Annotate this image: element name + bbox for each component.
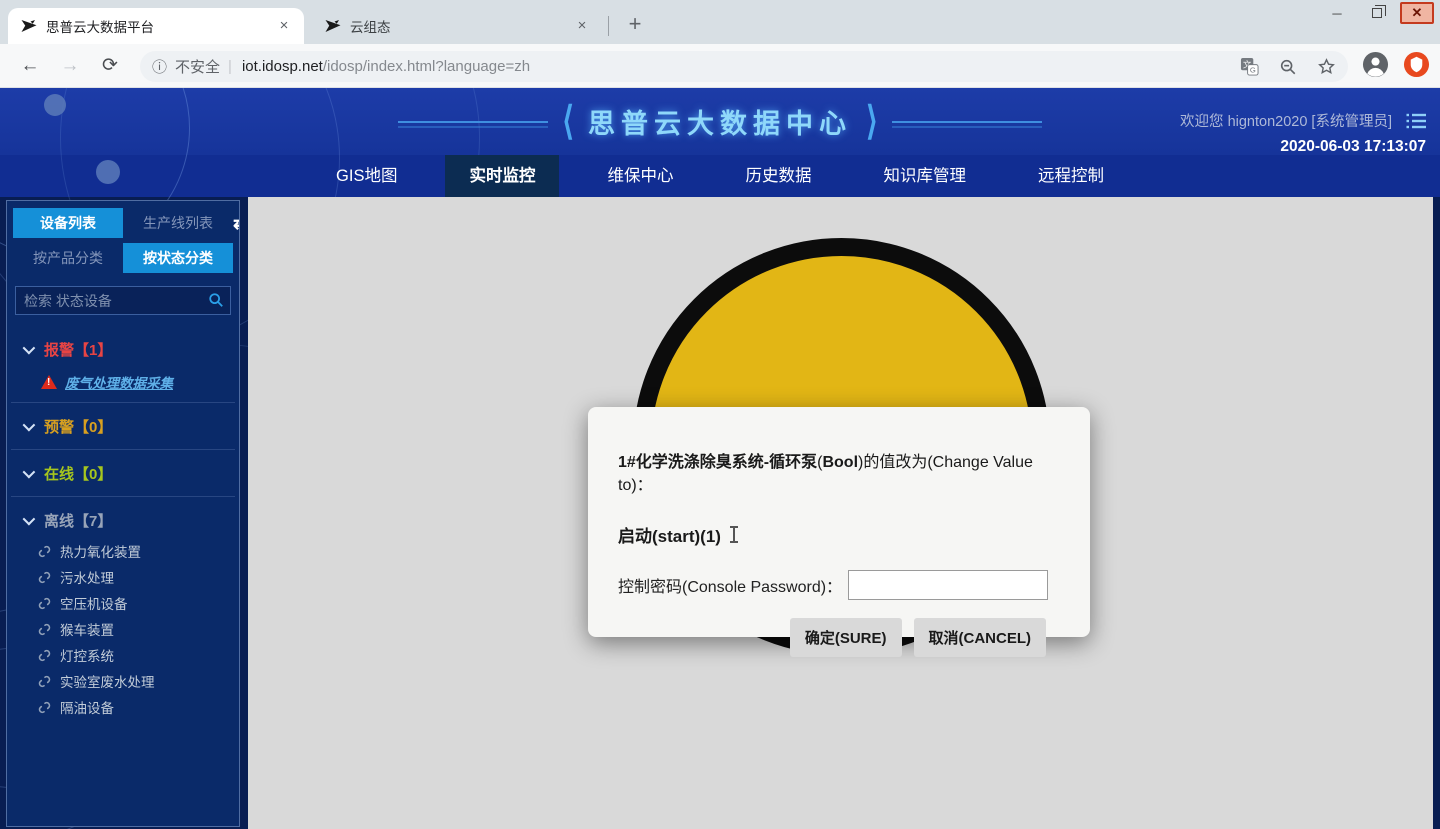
text-cursor-icon <box>733 527 735 542</box>
forward-button[interactable]: → <box>56 52 84 80</box>
device-item[interactable]: 灯控系统 <box>7 642 239 668</box>
nav-item-history[interactable]: 历史数据 <box>721 155 835 197</box>
svg-text:G: G <box>1250 66 1256 75</box>
info-icon[interactable]: ⓘ <box>152 56 167 77</box>
cancel-button[interactable]: 取消(CANCEL) <box>914 618 1047 657</box>
divider: | <box>228 58 232 75</box>
tab-title: 思普云大数据平台 <box>46 16 274 36</box>
tree-group-online[interactable]: 在线【0】 <box>7 455 239 491</box>
tree-group-offline[interactable]: 离线【7】 <box>7 502 239 538</box>
nav-item-gis[interactable]: GIS地图 <box>312 155 421 197</box>
site-favicon-icon <box>20 17 38 35</box>
page-content: ⟨ 思普云大数据中心 ⟩ 欢迎您 hignton2020 [系统管理员] 202… <box>0 88 1440 829</box>
window-controls: ─ ✕ <box>1320 2 1434 24</box>
zoom-out-icon[interactable] <box>1279 58 1297 76</box>
main-nav: GIS地图 实时监控 维保中心 历史数据 知识库管理 远程控制 <box>0 155 1440 197</box>
device-item[interactable]: 污水处理 <box>7 564 239 590</box>
value-text: 启动(start)(1) <box>618 522 721 547</box>
chevron-down-icon <box>23 341 36 354</box>
device-item[interactable]: 热力氧化装置 <box>7 538 239 564</box>
url-host: iot.idosp.net <box>242 58 323 75</box>
tab-siplatform[interactable]: 思普云大数据平台 × <box>8 8 304 44</box>
chevron-down-icon <box>23 418 36 431</box>
sure-button[interactable]: 确定(SURE) <box>790 618 902 657</box>
divider <box>11 449 235 450</box>
decor-line <box>398 121 548 123</box>
dialog-message: 1#化学洗涤除臭系统-循环泵(Bool)的值改为(Change Value to… <box>618 451 1060 497</box>
device-sidebar: 设备列表 生产线列表 ⇄ 按产品分类 按状态分类 报警【1】 <box>6 200 240 827</box>
restore-icon <box>1372 8 1382 18</box>
security-label: 不安全 <box>175 56 220 77</box>
nav-item-realtime[interactable]: 实时监控 <box>445 155 559 197</box>
password-row: 控制密码(Console Password)： <box>618 570 1060 600</box>
decor-angle-right: ⟩ <box>866 99 878 145</box>
tab-by-product[interactable]: 按产品分类 <box>13 243 123 273</box>
minimize-button[interactable]: ─ <box>1320 2 1354 24</box>
tab-device-list[interactable]: 设备列表 <box>13 208 123 238</box>
device-search-input[interactable] <box>15 286 231 315</box>
browser-toolbar: ← → ⟳ ⓘ 不安全 | iot.idosp.net /idosp/index… <box>0 44 1440 88</box>
address-bar[interactable]: ⓘ 不安全 | iot.idosp.net /idosp/index.html?… <box>140 51 1348 82</box>
decor-line <box>892 121 1042 123</box>
device-search <box>15 286 231 315</box>
new-tab-button[interactable]: + <box>620 10 650 40</box>
password-label: 控制密码(Console Password)： <box>618 573 842 597</box>
datetime-text: 2020-06-03 17:13:07 <box>1180 138 1426 156</box>
tab-close-icon[interactable]: × <box>572 16 592 36</box>
device-item[interactable]: 猴车装置 <box>7 616 239 642</box>
site-favicon-icon <box>324 17 342 35</box>
dialog-buttons: 确定(SURE) 取消(CANCEL) <box>618 618 1060 657</box>
tab-close-icon[interactable]: × <box>274 16 294 36</box>
extension-shield-icon[interactable] <box>1403 51 1430 78</box>
translate-icon[interactable]: 文G <box>1240 57 1259 76</box>
header-right: 欢迎您 hignton2020 [系统管理员] 2020-06-03 17:13… <box>1180 110 1426 156</box>
divider <box>11 402 235 403</box>
welcome-text: 欢迎您 hignton2020 [系统管理员] <box>1180 110 1392 131</box>
tab-divider <box>608 16 609 36</box>
nav-item-maintenance[interactable]: 维保中心 <box>583 155 697 197</box>
tab-by-status[interactable]: 按状态分类 <box>123 243 233 273</box>
search-icon[interactable] <box>208 292 224 308</box>
dialog-value-row: 启动(start)(1) <box>618 522 1060 547</box>
console-password-input[interactable] <box>848 570 1048 600</box>
tree-group-alarm[interactable]: 报警【1】 <box>7 331 239 367</box>
chevron-down-icon <box>23 512 36 525</box>
swap-icon[interactable]: ⇄ <box>233 213 240 234</box>
nav-item-remote[interactable]: 远程控制 <box>1014 155 1128 197</box>
page-title: 思普云大数据中心 <box>588 102 852 141</box>
device-item[interactable]: 实验室废水处理 <box>7 668 239 694</box>
profile-avatar[interactable] <box>1362 51 1389 78</box>
tab-production-line-list[interactable]: 生产线列表 <box>123 208 233 238</box>
bookmark-star-icon[interactable] <box>1317 57 1336 76</box>
status-tree: 报警【1】 废气处理数据采集 预警【0】 在线【0】 <box>7 331 239 720</box>
warning-icon <box>41 375 57 389</box>
change-value-dialog: 1#化学洗涤除臭系统-循环泵(Bool)的值改为(Change Value to… <box>588 407 1090 637</box>
decor-angle-left: ⟨ <box>562 99 574 145</box>
divider <box>11 496 235 497</box>
tree-group-warning[interactable]: 预警【0】 <box>7 408 239 444</box>
device-item[interactable]: 空压机设备 <box>7 590 239 616</box>
back-button[interactable]: ← <box>16 52 44 80</box>
chevron-down-icon <box>23 465 36 478</box>
tab-cloud-config[interactable]: 云组态 × <box>312 8 602 44</box>
url-path: /idosp/index.html?language=zh <box>323 58 530 75</box>
tree-item-alarm-device[interactable]: 废气处理数据采集 <box>7 367 239 397</box>
screen: 思普云大数据平台 × 云组态 × + ─ ✕ ← → ⟳ ⓘ 不安全 | iot… <box>0 0 1440 829</box>
tab-title: 云组态 <box>350 16 572 36</box>
restore-button[interactable] <box>1360 2 1394 24</box>
nav-item-knowledge[interactable]: 知识库管理 <box>859 155 990 197</box>
close-button[interactable]: ✕ <box>1400 2 1434 24</box>
reload-button[interactable]: ⟳ <box>96 52 124 80</box>
device-item[interactable]: 隔油设备 <box>7 694 239 720</box>
menu-list-icon[interactable] <box>1406 113 1426 129</box>
alarm-device-link[interactable]: 废气处理数据采集 <box>65 372 173 392</box>
browser-tabstrip: 思普云大数据平台 × 云组态 × + ─ ✕ <box>0 0 1440 44</box>
